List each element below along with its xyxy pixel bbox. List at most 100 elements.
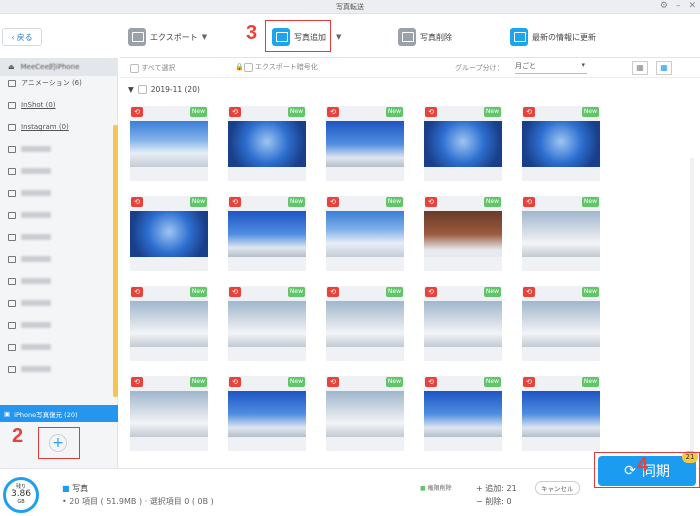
photo-image [228,301,306,347]
photo-thumbnail[interactable]: ⟲ New [326,106,404,181]
photo-thumbnail[interactable]: ⟲ New [522,196,600,271]
restore-icon: ⟲ [425,287,437,297]
album-icon [8,299,16,307]
restore-icon: ⟲ [229,107,241,117]
sidebar-item-blurred[interactable] [8,296,51,310]
delete-photo-button[interactable]: 写真削除 [398,26,452,48]
restore-icon: ⟲ [425,377,437,387]
photo-thumbnail[interactable]: ⟲ New [424,286,502,361]
restore-icon: ⟲ [229,197,241,207]
sidebar-item-animation[interactable]: アニメーション (6) [8,76,82,90]
cancel-button[interactable]: キャンセル [535,481,580,495]
sidebar-item-blurred[interactable] [8,340,51,354]
settings-icon[interactable]: ⚙ [660,1,668,11]
photo-image [326,121,404,167]
photo-image [424,301,502,347]
sidebar-item-blurred[interactable] [8,252,51,266]
photo-thumbnail[interactable]: ⟲ New [326,286,404,361]
photo-image [522,301,600,347]
photo-thumbnail[interactable]: ⟲ New [228,196,306,271]
encrypt-checkbox[interactable] [243,62,253,72]
photo-thumbnail[interactable]: ⟲ New [522,286,600,361]
group-checkbox[interactable] [137,85,147,94]
photo-thumbnail[interactable]: ⟲ New [326,376,404,451]
blurred-label [21,366,51,372]
title-bar: 写真転送 ⚙ – ✕ [0,0,700,14]
sidebar-item-blurred[interactable] [8,274,51,288]
photo-thumbnail[interactable]: ⟲ New [228,376,306,451]
new-badge: New [581,377,599,387]
photo-thumbnail[interactable]: ⟲ New [522,376,600,451]
new-badge: New [189,107,207,117]
photo-thumbnail[interactable]: ⟲ New [130,106,208,181]
content-scrollbar[interactable] [690,158,694,478]
added-count: + 追加: 21 [476,484,517,493]
sidebar-item-blurred[interactable] [8,142,51,156]
blurred-label [21,322,51,328]
photo-thumbnail[interactable]: ⟲ New [228,286,306,361]
select-all[interactable]: すべて選択 [130,63,175,73]
sidebar-item-blurred[interactable] [8,186,51,200]
photo-thumbnail[interactable]: ⟲ New [522,106,600,181]
restore-icon: ⟲ [327,377,339,387]
new-badge: New [385,287,403,297]
album-icon [8,343,16,351]
new-badge: New [385,107,403,117]
new-badge: New [483,287,501,297]
photo-thumbnail[interactable]: ⟲ New [228,106,306,181]
chevron-down-icon[interactable]: ▼ [202,33,207,41]
photo-thumbnail[interactable]: ⟲ New [326,196,404,271]
photos-label: ■ 写真 [62,484,89,493]
close-icon[interactable]: ✕ [688,1,696,11]
device-header[interactable]: ⏏ MeeCee的iPhone [0,58,118,76]
sidebar-item-blurred[interactable] [8,230,51,244]
sidebar-item-blurred[interactable] [8,362,51,376]
chevron-down-icon: ▾ [581,61,585,69]
collapse-icon[interactable]: ▼ [128,85,134,94]
album-icon: ▣ [4,409,11,418]
restore-icon: ⟲ [523,287,535,297]
photo-thumbnail[interactable]: ⟲ New [130,376,208,451]
minimize-icon[interactable]: – [676,1,681,11]
lock-icon: 🔒 [235,63,244,71]
photo-thumbnail[interactable]: ⟲ New [130,196,208,271]
small-grid-icon[interactable]: ▦ [656,61,672,75]
album-icon [8,321,16,329]
new-badge: New [483,197,501,207]
sidebar-scrollbar[interactable] [113,125,118,397]
new-badge: New [385,197,403,207]
photo-image [424,211,502,257]
large-grid-icon[interactable]: ▦ [632,61,648,75]
delete-photo-icon [398,28,416,46]
group-by-select[interactable]: 月ごと ▾ [515,61,587,74]
photo-thumbnail[interactable]: ⟲ New [424,196,502,271]
export-button[interactable]: エクスポート ▼ [128,26,207,48]
sidebar-item-inshot[interactable]: InShot (0) [8,98,56,112]
restore-icon: ⟲ [327,107,339,117]
group-by-label: グループ分け： [455,64,504,72]
refresh-icon [510,28,528,46]
new-badge: New [287,287,305,297]
select-all-checkbox[interactable] [130,63,139,73]
sidebar-item-restore[interactable]: ▣ iPhone写真復元 (20) [0,405,118,422]
back-button[interactable]: ‹ 戻る [2,28,42,46]
sidebar-item-instagram[interactable]: Instagram (0) [8,120,69,134]
restore-icon: ⟲ [327,287,339,297]
sidebar-item-blurred[interactable] [8,208,51,222]
blurred-label [21,190,51,196]
photo-thumbnail[interactable]: ⟲ New [130,286,208,361]
chevron-down-icon[interactable]: ▼ [336,33,341,41]
album-icon [8,79,16,87]
photo-thumbnail[interactable]: ⟲ New [424,376,502,451]
photo-thumbnail[interactable]: ⟲ New [424,106,502,181]
sidebar-item-blurred[interactable] [8,318,51,332]
export-encrypt[interactable]: 🔒 エクスポート暗号化 [235,62,318,72]
restore-icon: ⟲ [425,107,437,117]
new-badge: New [483,377,501,387]
album-icon [8,233,16,241]
album-icon [8,255,16,263]
delete-tag: ■ 権限削除 [420,485,452,492]
export-icon [128,28,146,46]
refresh-button[interactable]: 最新の情報に更新 [510,26,596,48]
sidebar-item-blurred[interactable] [8,164,51,178]
